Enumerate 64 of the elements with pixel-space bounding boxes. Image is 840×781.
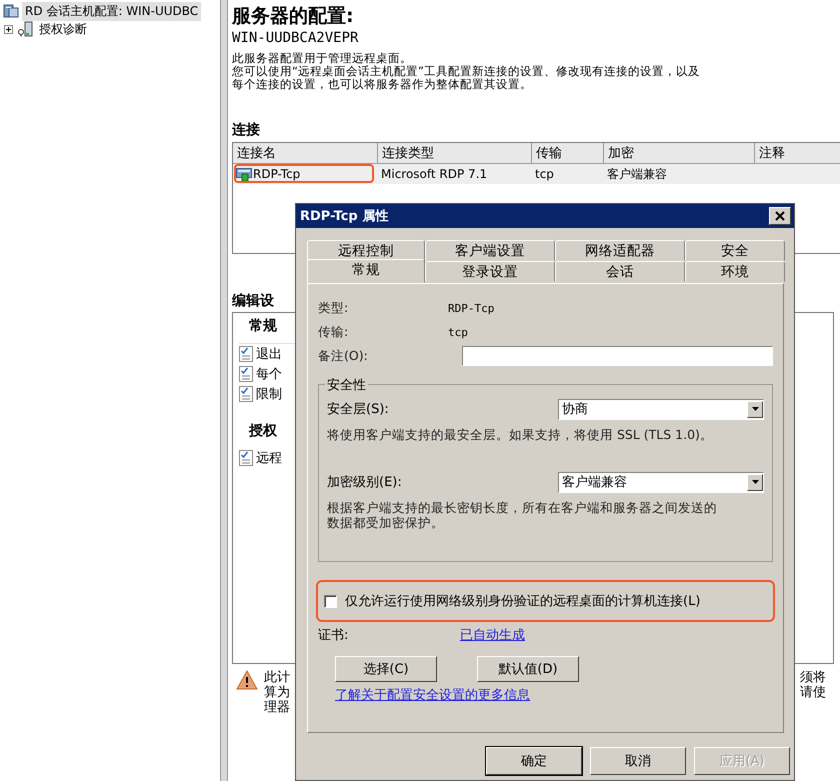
field-label: 类型:	[318, 300, 350, 316]
server-name: WIN-UUDBCA2VEPR	[232, 29, 360, 48]
tab[interactable]: 客户端设置	[425, 240, 555, 261]
checkbox[interactable]	[324, 594, 337, 608]
checklist-icon	[239, 346, 253, 362]
close-icon	[775, 211, 785, 221]
settings-item[interactable]: 每个	[256, 365, 282, 383]
tree-item[interactable]: RD 会话主机配置: WIN-UUDBC	[22, 2, 202, 20]
close-button[interactable]	[769, 207, 791, 225]
tree-item[interactable]: 授权诊断	[36, 20, 90, 38]
table-cell: Microsoft RDP 7.1	[381, 167, 488, 181]
network-connection-icon	[236, 167, 252, 181]
button[interactable]: 默认值(D)	[477, 656, 579, 682]
column-header[interactable]: 连接名	[233, 143, 378, 164]
field-value: RDP-Tcp	[448, 302, 494, 314]
section-heading: 编辑设	[232, 292, 274, 310]
warning-text: 此计 算为 理器	[264, 670, 290, 715]
server-icon	[3, 3, 19, 19]
input-field[interactable]	[462, 346, 773, 366]
checklist-icon	[239, 450, 253, 466]
field-value: tcp	[448, 326, 468, 338]
help-text: 将使用客户端支持的最安全层。如果支持，将使用 SSL (TLS 1.0)。	[327, 427, 714, 442]
expand-button[interactable]	[3, 24, 14, 34]
settings-item[interactable]: 限制	[256, 385, 282, 403]
dropdown-arrow-icon	[752, 407, 758, 411]
plus-icon	[4, 24, 13, 34]
checklist-icon	[239, 386, 253, 402]
settings-item[interactable]: 退出	[256, 345, 282, 363]
group-title: 安全性	[325, 376, 368, 394]
field-label: 传输:	[318, 324, 350, 340]
tab[interactable]: 环境	[685, 261, 785, 282]
tab[interactable]: 登录设置	[425, 261, 555, 282]
dropdown[interactable]: 协商	[558, 398, 764, 420]
warning-icon	[236, 670, 258, 690]
table-cell: 客户端兼容	[607, 166, 667, 182]
page-title: 服务器的配置:	[232, 4, 355, 28]
button[interactable]: 选择(C)	[335, 656, 437, 682]
tab[interactable]: 常规	[307, 259, 425, 283]
field-label: 备注(O):	[318, 348, 369, 364]
settings-item[interactable]: 远程	[256, 449, 282, 467]
dropdown-arrow-icon	[752, 480, 758, 484]
checklist-icon	[239, 366, 253, 382]
tab[interactable]: 会话	[555, 261, 685, 282]
tab[interactable]: 网络适配器	[555, 240, 685, 261]
field-label: 加密级别(E):	[327, 474, 402, 491]
tab[interactable]: 安全	[685, 240, 785, 261]
help-text: 根据客户端支持的最长密钥长度，所有在客户端和服务器之间发送的数据都受加密保护。	[327, 500, 718, 530]
button[interactable]: 确定	[486, 747, 582, 775]
group-title: 授权	[248, 422, 278, 441]
checkbox-label: 仅允许运行使用网络级别身份验证的远程桌面的计算机连接(L)	[345, 593, 700, 610]
table-row[interactable]: RDP-Tcp Microsoft RDP 7.1 tcp 客户端兼容	[233, 164, 840, 184]
description-text: 此服务器配置用于管理远程桌面。 您可以使用“远程桌面会话主机配置”工具配置新连接的设置、修改现有连接的设置，以及 每个连接的设置，也可以将服务器作为整体配置其设置。	[232, 52, 701, 91]
dialog-title: RDP-Tcp 属性	[300, 208, 388, 225]
section-heading: 连接	[232, 121, 260, 139]
key-server-icon	[17, 21, 33, 37]
dropdown[interactable]: 客户端兼容	[558, 472, 764, 492]
link[interactable]: 了解关于配置安全设置的更多信息	[335, 688, 530, 703]
link[interactable]: 已自动生成	[460, 626, 525, 644]
field-label: 安全层(S):	[327, 401, 389, 418]
warning-text: 须将 请使	[800, 670, 826, 702]
table-cell: tcp	[535, 167, 554, 181]
table-cell: RDP-Tcp	[253, 167, 300, 181]
button[interactable]: 取消	[590, 747, 686, 775]
field-label: 证书:	[318, 627, 350, 644]
